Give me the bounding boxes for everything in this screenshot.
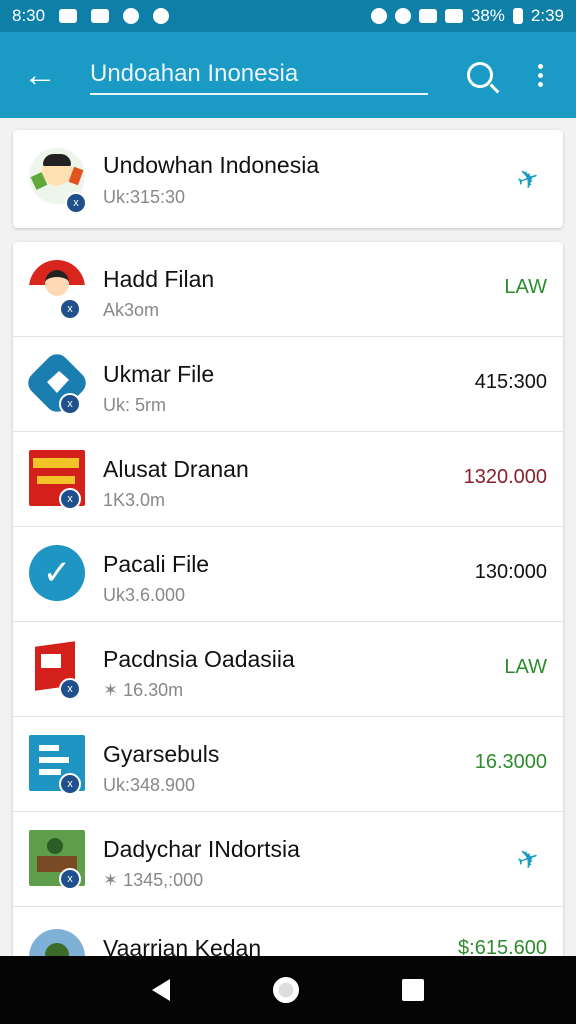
more-options-button[interactable]	[510, 32, 570, 118]
item-title: Pacali File	[103, 551, 210, 577]
user-badge-icon: х	[59, 298, 81, 320]
alarm-icon	[370, 8, 387, 24]
pinned-row[interactable]: х Undowhan Indonesia Uk:315:30 ✈	[13, 130, 563, 228]
item-subtitle: ✶ 1345,:000	[103, 870, 204, 890]
item-value: 1320.000	[463, 466, 547, 488]
contacts-card: х Hadd Filan Ak3om LAW х Ukmar File Uk: …	[13, 242, 563, 956]
plane-icon[interactable]: ✈	[509, 160, 547, 198]
item-value: 130:000	[474, 561, 547, 583]
list-item[interactable]: х Pacdnsia Oadasiia ✶ 16.30m LAW	[13, 622, 563, 717]
messenger-icon	[153, 8, 170, 24]
item-subtitle: Uk:348.900	[103, 775, 196, 795]
status-bar: 8:30 38% 2:39	[0, 0, 576, 32]
avatar	[29, 929, 85, 956]
search-input[interactable]	[90, 55, 428, 95]
pinned-card[interactable]: х Undowhan Indonesia Uk:315:30 ✈	[13, 130, 563, 228]
back-button[interactable]: ←	[0, 32, 80, 118]
item-subtitle: Ak3om	[103, 300, 160, 320]
status-time-left: 8:30	[12, 6, 46, 25]
item-title: Hadd Filan	[103, 266, 215, 292]
user-badge-icon: х	[59, 393, 81, 415]
status-time-right: 2:39	[530, 6, 564, 25]
more-vert-icon	[537, 63, 543, 87]
nav-home-icon[interactable]	[272, 977, 299, 1003]
item-title: Pacdnsia Oadasiia	[103, 646, 295, 672]
item-value: $:615.600	[458, 937, 547, 956]
nav-recents-icon[interactable]	[402, 979, 425, 1001]
list-item[interactable]: ✓ Pacali File Uk3.6.000 130:000	[13, 527, 563, 622]
pinned-title: Undowhan Indonesia	[103, 152, 320, 178]
search-icon	[467, 62, 493, 88]
list-item[interactable]: х Gyarsebuls Uk:348.900 16.3000	[13, 717, 563, 812]
list-item[interactable]: х Hadd Filan Ak3om LAW	[13, 242, 563, 337]
battery-percent: 38%	[470, 6, 505, 25]
app-bar: ←	[0, 32, 576, 118]
user-badge-icon: х	[59, 678, 81, 700]
item-title: Gyarsebuls	[103, 741, 220, 767]
results-list: х Undowhan Indonesia Uk:315:30 ✈ х Hadd …	[0, 118, 576, 956]
search-button[interactable]	[450, 32, 510, 118]
mail-icon	[59, 9, 78, 23]
pinned-subtitle: Uk:315:30	[103, 187, 186, 207]
wifi-icon	[418, 9, 437, 23]
user-badge-icon: х	[59, 488, 81, 510]
user-badge-icon: х	[59, 868, 81, 890]
item-value: LAW	[504, 656, 547, 678]
list-item[interactable]: х Dadychar INdortsia ✶ 1345,:000 ✈	[13, 812, 563, 907]
arrow-left-icon: ←	[23, 55, 57, 94]
item-subtitle: Uk: 5rm	[103, 395, 166, 415]
item-value: 16.3000	[474, 751, 547, 773]
user-badge-icon: х	[65, 192, 87, 214]
system-nav-bar	[0, 956, 576, 1024]
item-subtitle: 1K3.0m	[103, 490, 166, 510]
plane-icon[interactable]: ✈	[509, 840, 547, 878]
item-title: Vaarrian Kedan	[103, 935, 262, 956]
check-circle-icon: ✓	[29, 545, 85, 601]
list-item[interactable]: х Alusat Dranan 1K3.0m 1320.000	[13, 432, 563, 527]
item-subtitle: ✶ 16.30m	[103, 680, 184, 700]
item-title: Dadychar INdortsia	[103, 836, 300, 862]
list-item[interactable]: х Ukmar File Uk: 5rm 415:300	[13, 337, 563, 432]
sync-icon	[394, 8, 411, 24]
list-item[interactable]: Vaarrian Kedan $:615.600	[13, 907, 563, 956]
nav-back-icon[interactable]	[151, 979, 170, 1001]
item-subtitle: Uk3.6.000	[103, 585, 186, 605]
item-title: Ukmar File	[103, 361, 215, 387]
signal-icon	[444, 9, 463, 23]
facebook-icon	[123, 8, 140, 24]
item-value: 415:300	[474, 371, 547, 393]
item-title: Alusat Dranan	[103, 456, 249, 482]
item-value: LAW	[504, 276, 547, 298]
gallery-icon	[91, 9, 110, 23]
battery-icon	[512, 8, 523, 24]
user-badge-icon: х	[59, 773, 81, 795]
search-field	[90, 45, 428, 105]
